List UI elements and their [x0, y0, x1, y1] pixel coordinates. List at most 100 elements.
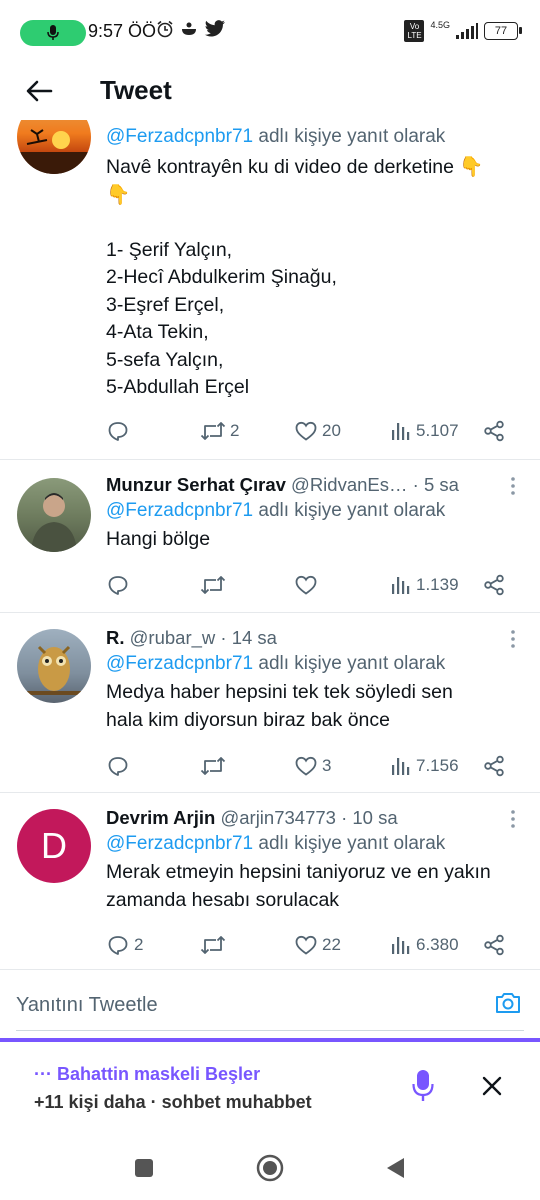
- divider: [0, 969, 540, 970]
- tweet-text: Medya haber hepsini tek tek söyledi sen …: [106, 681, 453, 731]
- retweet-button[interactable]: [200, 754, 230, 778]
- spaces-dots-icon: ···: [34, 1064, 57, 1084]
- heart-icon: [295, 756, 317, 776]
- tweet-actions: 3 7.156: [106, 751, 510, 781]
- reply-button[interactable]: [106, 573, 134, 597]
- author-name[interactable]: Munzur Serhat Çırav: [106, 474, 286, 495]
- spaces-dock[interactable]: ··· Bahattin maskeli Beşler +11 kişi dah…: [0, 1042, 540, 1138]
- author-handle[interactable]: @arjin734773: [220, 807, 335, 828]
- spaces-title: Bahattin maskeli Beşler: [56, 1064, 261, 1084]
- views-chart-icon: [392, 423, 410, 440]
- mic-active-pill[interactable]: [20, 20, 86, 46]
- close-icon[interactable]: [482, 1076, 502, 1096]
- author-name[interactable]: Devrim Arjin: [106, 807, 215, 828]
- author-line: Devrim Arjin @arjin734773 · 10 sa: [106, 807, 520, 829]
- retweet-button[interactable]: [200, 573, 230, 597]
- signal-icon: [456, 23, 478, 39]
- system-nav-bar: [0, 1138, 540, 1200]
- share-button[interactable]: [482, 754, 506, 778]
- status-time: 9:57 ÖÖ: [88, 21, 157, 41]
- author-name[interactable]: R.: [106, 627, 125, 648]
- reply-button[interactable]: [106, 419, 130, 443]
- reply-composer[interactable]: Yanıtını Tweetle: [0, 972, 540, 1038]
- share-icon: [484, 420, 504, 442]
- app-notification-icon: [182, 22, 196, 35]
- home-icon[interactable]: [256, 1154, 284, 1182]
- retweet-icon: [200, 936, 226, 954]
- tweet-time: · 10 sa: [335, 807, 398, 828]
- share-icon: [484, 934, 504, 956]
- avatar[interactable]: [17, 478, 91, 552]
- reply-context: @Ferzadcpnbr71 adlı kişiye yanıt olarak: [106, 833, 446, 854]
- avatar-letter: D: [41, 825, 67, 866]
- reply-mention-link[interactable]: @Ferzadcpnbr71: [106, 833, 253, 854]
- views-chart-icon: [392, 577, 410, 594]
- back-triangle-icon[interactable]: [384, 1156, 406, 1180]
- recent-apps-icon[interactable]: [134, 1158, 154, 1178]
- like-button[interactable]: 20: [294, 419, 341, 443]
- camera-icon[interactable]: [494, 990, 522, 1016]
- views-button[interactable]: 1.139: [390, 574, 459, 596]
- reply-button[interactable]: 2: [106, 933, 143, 957]
- views-button[interactable]: 5.107: [390, 420, 459, 442]
- microphone-icon: [47, 25, 59, 40]
- reply-icon: [108, 936, 128, 955]
- twitter-bird-icon: [204, 20, 225, 37]
- share-button[interactable]: [482, 419, 506, 443]
- reply-count: 2: [134, 935, 144, 954]
- author-handle[interactable]: @RidvanEs…: [291, 474, 407, 495]
- author-line: Munzur Serhat Çırav @RidvanEs… · 5 sa: [106, 474, 520, 496]
- avatar[interactable]: [17, 120, 91, 174]
- tweet-time: · 5 sa: [407, 474, 459, 495]
- author-handle[interactable]: @rubar_w: [130, 627, 216, 648]
- sunset-tree-image: [17, 129, 91, 174]
- reply-mention-link[interactable]: @Ferzadcpnbr71: [106, 500, 253, 521]
- views-chart-icon: [392, 937, 410, 954]
- tweet-reply[interactable]: Munzur Serhat Çırav @RidvanEs… · 5 sa @F…: [0, 460, 540, 612]
- person-photo: [31, 493, 77, 552]
- retweet-icon: [200, 422, 226, 440]
- more-options-icon[interactable]: [510, 629, 516, 649]
- like-button[interactable]: 3: [294, 754, 331, 778]
- header: Tweet: [0, 64, 540, 120]
- like-count: 3: [322, 756, 332, 775]
- reply-mention-link[interactable]: @Ferzadcpnbr71: [106, 126, 253, 147]
- share-button[interactable]: [482, 573, 506, 597]
- battery-indicator: 77: [484, 22, 522, 40]
- retweet-count: 2: [230, 421, 240, 440]
- views-chart-icon: [392, 758, 410, 775]
- microphone-icon[interactable]: [412, 1070, 434, 1102]
- views-button[interactable]: 6.380: [390, 934, 459, 956]
- retweet-button[interactable]: 2: [200, 419, 239, 443]
- like-count: 20: [322, 421, 341, 440]
- reply-icon: [108, 757, 128, 776]
- views-button[interactable]: 7.156: [390, 755, 459, 777]
- share-icon: [484, 755, 504, 777]
- like-button[interactable]: [294, 573, 322, 597]
- tweet-actions: 1.139: [106, 570, 510, 600]
- more-options-icon[interactable]: [510, 809, 516, 829]
- reply-context: @Ferzadcpnbr71 adlı kişiye yanıt olarak: [106, 653, 446, 674]
- tweet-text: Hangi bölge: [106, 528, 211, 550]
- owl-photo: [27, 645, 81, 695]
- reply-context: @Ferzadcpnbr71 adlı kişiye yanıt olarak: [106, 126, 446, 147]
- more-options-icon[interactable]: [510, 476, 516, 496]
- spaces-subtitle: +11 kişi daha · sohbet muhabbet: [34, 1092, 312, 1112]
- status-bar: 9:57 ÖÖ Vo LTE 4.5G 77: [0, 0, 540, 64]
- reply-button[interactable]: [106, 754, 134, 778]
- reply-icon: [108, 576, 128, 595]
- views-count: 5.107: [416, 421, 459, 440]
- reply-underline: [16, 1030, 524, 1031]
- reply-input[interactable]: Yanıtını Tweetle: [16, 994, 158, 1017]
- like-button[interactable]: 22: [294, 933, 341, 957]
- tweet-first[interactable]: @Ferzadcpnbr71 adlı kişiye yanıt olarak …: [0, 120, 540, 460]
- avatar[interactable]: [17, 629, 91, 703]
- retweet-button[interactable]: [200, 933, 230, 957]
- like-count: 22: [322, 935, 341, 954]
- share-button[interactable]: [482, 933, 506, 957]
- back-arrow-icon[interactable]: [24, 76, 54, 106]
- tweet-reply[interactable]: D Devrim Arjin @arjin734773 · 10 sa @Fer…: [0, 793, 540, 969]
- reply-mention-link[interactable]: @Ferzadcpnbr71: [106, 653, 253, 674]
- tweet-reply[interactable]: R. @rubar_w · 14 sa @Ferzadcpnbr71 adlı …: [0, 613, 540, 793]
- avatar[interactable]: D: [17, 809, 91, 883]
